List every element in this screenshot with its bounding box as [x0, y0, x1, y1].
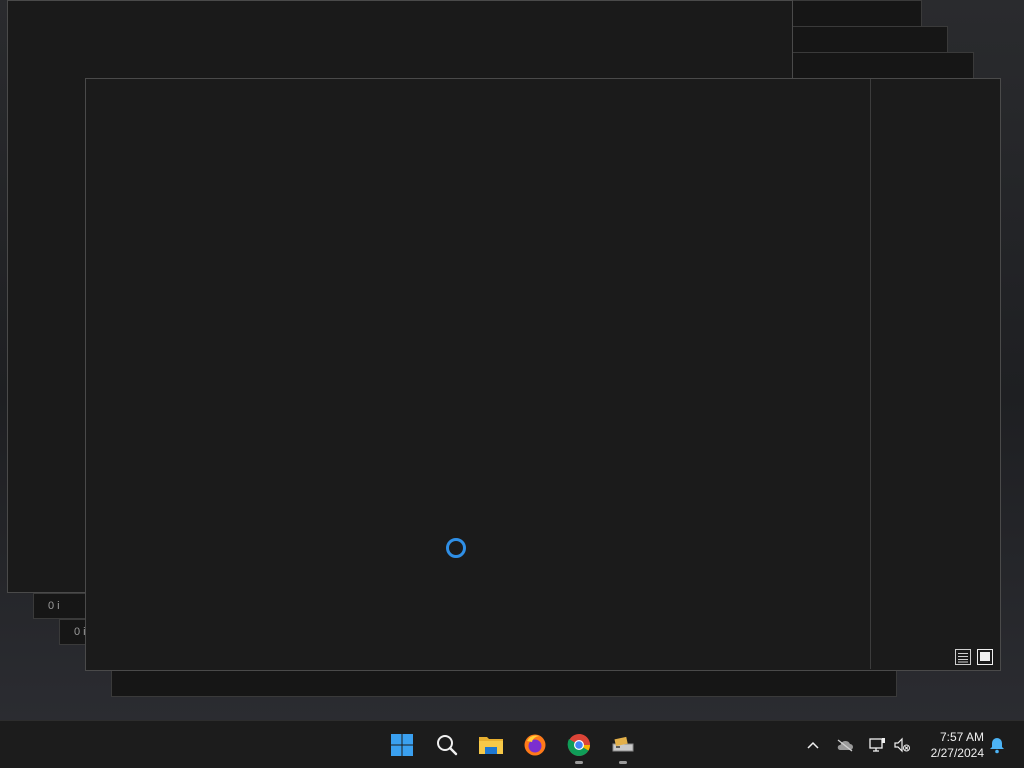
desktop: 0 i 0 i — [0, 0, 1024, 720]
large-icons-view-icon — [977, 649, 993, 665]
details-pane — [870, 79, 999, 669]
details-view-button[interactable] — [955, 649, 971, 665]
chevron-up-icon — [807, 741, 819, 749]
large-icons-view-button[interactable] — [977, 649, 993, 665]
taskbar: 7:57 AM 2/27/2024 — [0, 720, 1024, 768]
chrome-button[interactable] — [563, 729, 595, 764]
file-explorer-button[interactable] — [475, 729, 507, 761]
front-window[interactable] — [85, 78, 1001, 671]
drive-utility-button[interactable] — [607, 729, 639, 764]
drive-utility-icon — [612, 736, 634, 752]
chrome-icon — [567, 734, 590, 756]
background-status-bar-1: 0 i — [33, 593, 93, 619]
file-explorer-icon — [479, 737, 503, 754]
network-tray-button[interactable] — [866, 735, 888, 755]
volume-muted-icon — [894, 737, 910, 753]
firefox-icon — [524, 734, 546, 756]
search-icon — [437, 735, 458, 756]
windows-start-icon — [391, 734, 413, 756]
search-button[interactable] — [431, 729, 463, 761]
notifications-button[interactable] — [986, 735, 1008, 755]
start-button[interactable] — [386, 729, 418, 761]
volume-tray-button[interactable] — [891, 735, 913, 755]
show-hidden-icons-button[interactable] — [802, 735, 824, 755]
onedrive-tray-button[interactable] — [834, 735, 856, 755]
clock-date: 2/27/2024 — [930, 746, 984, 760]
running-indicator — [575, 761, 583, 764]
status-text: 0 i — [74, 626, 86, 638]
clock-time: 7:57 AM — [939, 730, 984, 744]
details-view-icon — [955, 649, 971, 665]
taskbar-clock[interactable]: 7:57 AM 2/27/2024 — [918, 729, 984, 761]
running-indicator — [619, 761, 627, 764]
bell-icon — [990, 738, 1004, 754]
network-icon — [869, 738, 885, 752]
status-text: 0 i — [48, 600, 60, 612]
loading-spinner-icon — [446, 538, 466, 558]
firefox-button[interactable] — [519, 729, 551, 761]
cloud-offline-icon — [837, 739, 853, 752]
background-status-bar-3 — [111, 670, 897, 697]
